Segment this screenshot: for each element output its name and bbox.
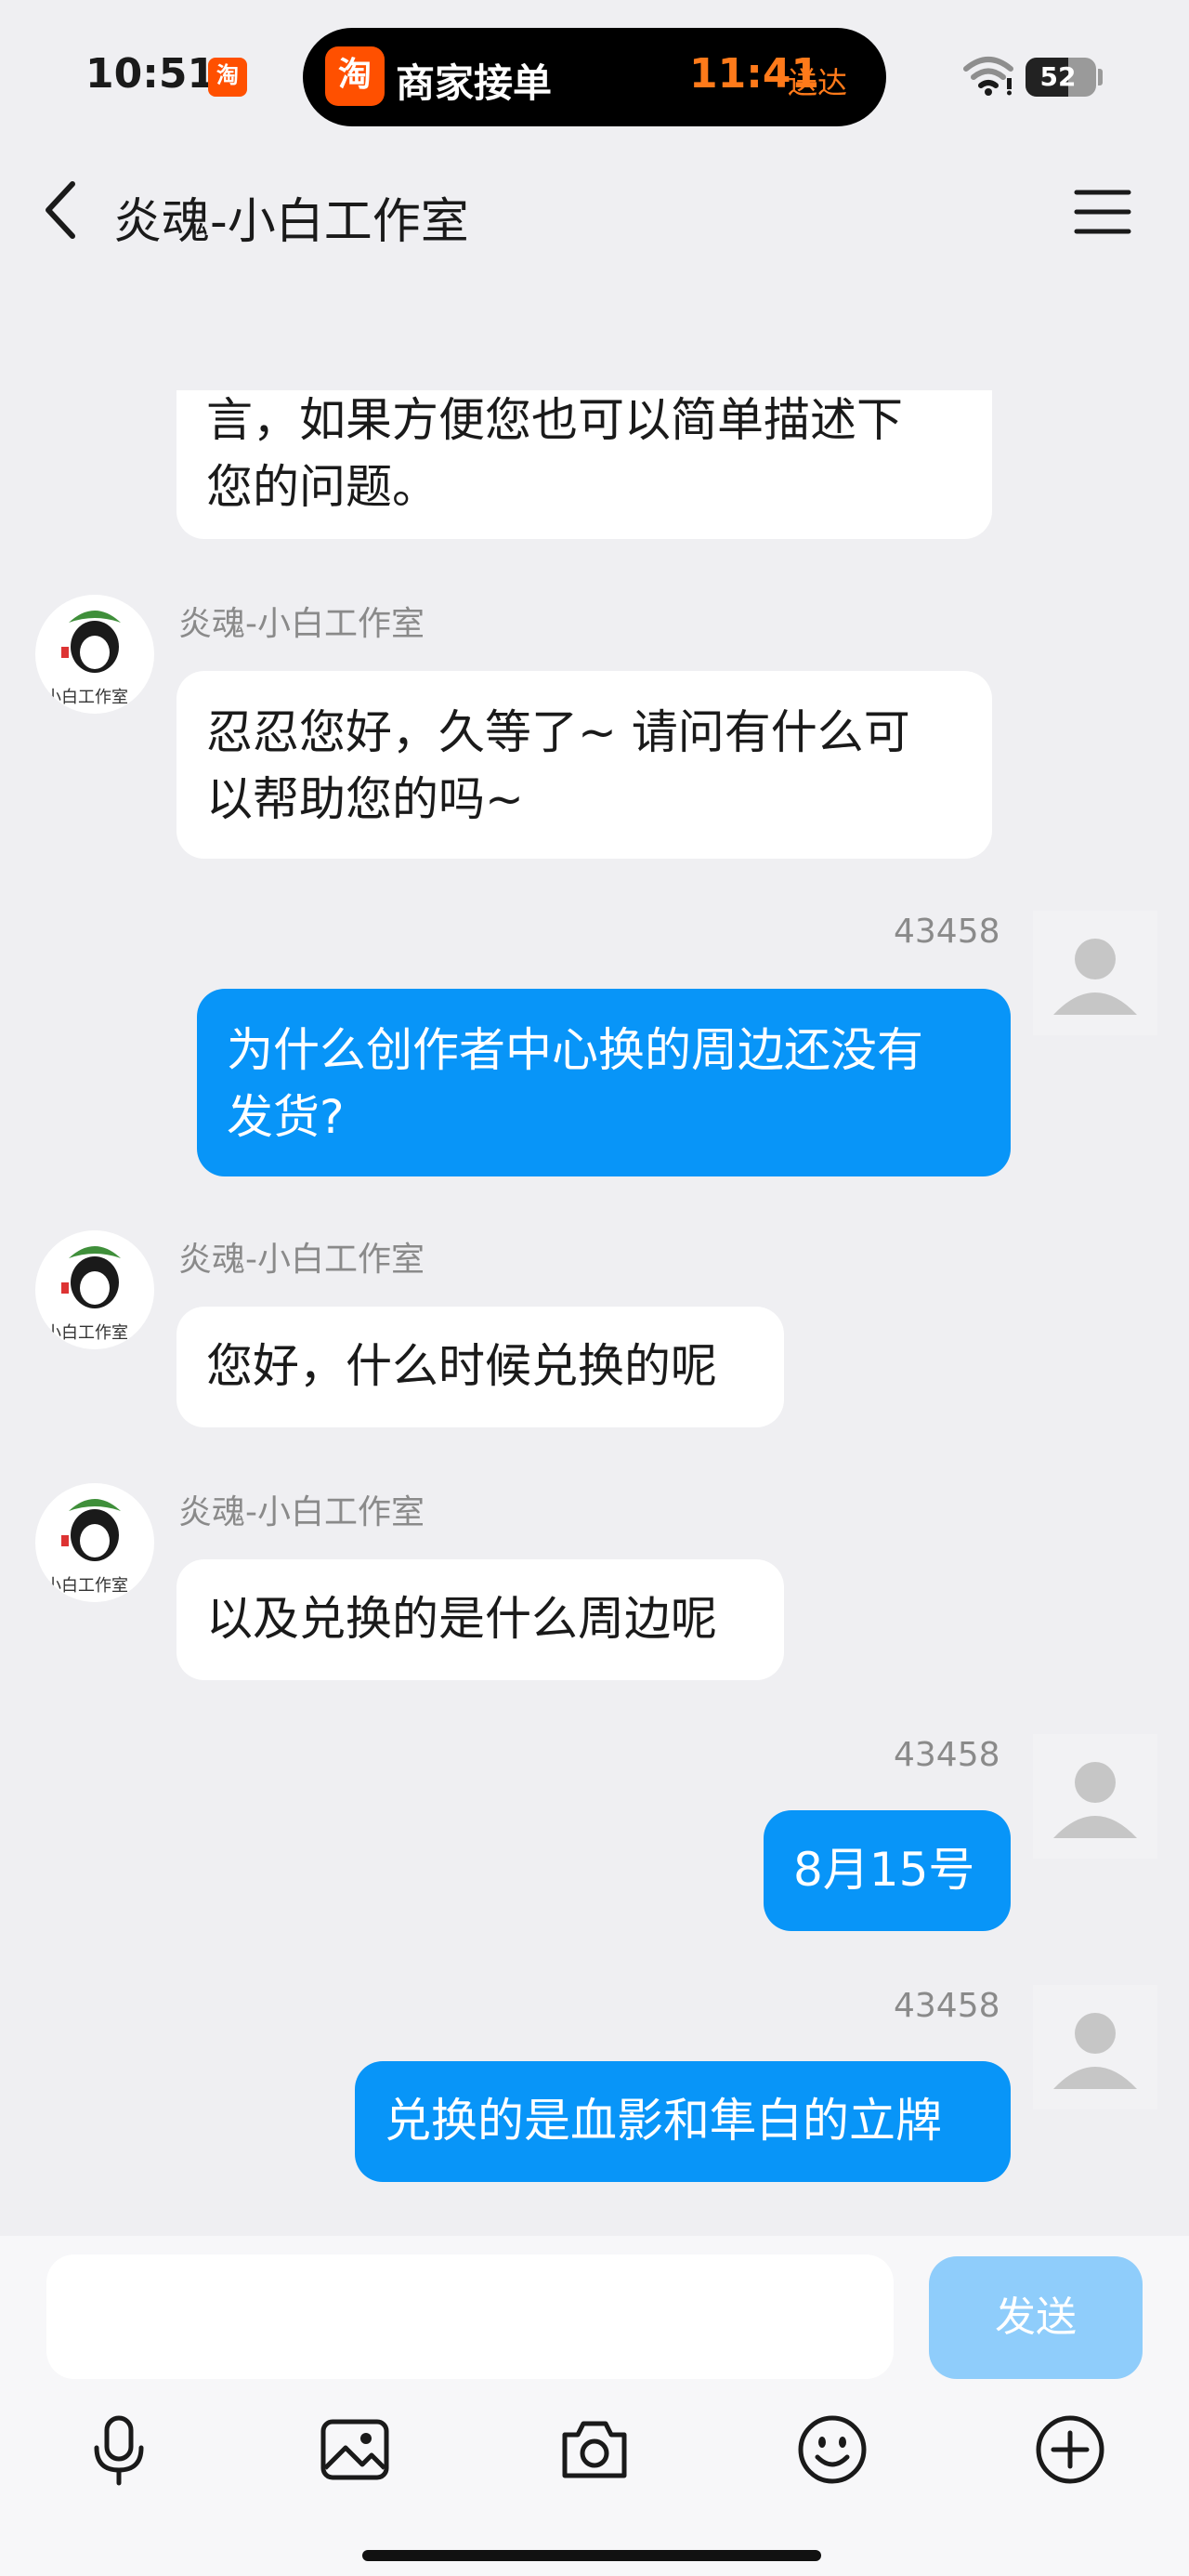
sender-name: 炎魂-小白工作室 [178, 1493, 425, 1531]
battery-tip [1098, 69, 1103, 85]
dynamic-island-live-activity[interactable]: 淘 商家接单 11:41 送达 [303, 28, 886, 126]
message-bubble-outgoing[interactable]: 兑换的是血影和隼白的立牌 [355, 2061, 1011, 2182]
home-indicator[interactable] [362, 2550, 821, 2561]
message-text-line: 以及兑换的是什么周边呢 [206, 1592, 717, 1646]
shop-avatar-caption: 小白工作室 [45, 1323, 128, 1343]
taobao-app-icon: 淘 [325, 46, 385, 106]
status-time: 10:51 [85, 50, 216, 98]
message-text-line: 以帮助您的吗~ [206, 772, 524, 826]
shop-avatar[interactable]: 小白工作室 [35, 1483, 154, 1602]
sender-name: 43458 [894, 1987, 1000, 2025]
sender-name: 炎魂-小白工作室 [178, 1241, 425, 1279]
wifi-icon [963, 57, 1013, 96]
message-bubble-incoming[interactable]: 忍忍您好，久等了~ 请问有什么可 以帮助您的吗~ [176, 671, 992, 859]
live-activity-title: 商家接单 [396, 60, 553, 106]
live-activity-suffix: 送达 [788, 65, 848, 100]
sender-name: 炎魂-小白工作室 [178, 605, 425, 643]
user-avatar[interactable] [1033, 1734, 1157, 1859]
message-bubble-incoming[interactable]: 以及兑换的是什么周边呢 [176, 1559, 784, 1680]
user-avatar[interactable] [1033, 911, 1157, 1035]
shop-avatar-caption: 小白工作室 [45, 688, 128, 707]
send-button[interactable]: 发送 [929, 2256, 1143, 2379]
camera-icon[interactable] [557, 2412, 632, 2487]
taobao-app-icon: 淘 [208, 58, 247, 97]
message-text-line: 为什么创作者中心换的周边还没有 [227, 1023, 923, 1077]
message-text-line: 发货? [227, 1090, 345, 1144]
message-text-line: 兑换的是血影和隼白的立牌 [385, 2094, 942, 2148]
message-text-line: 您的问题。 [206, 460, 438, 514]
plus-icon[interactable] [1033, 2412, 1107, 2487]
battery-icon: 52 [1026, 58, 1096, 97]
message-bubble-incoming[interactable]: 您好，什么时候兑换的呢 [176, 1307, 784, 1427]
shop-avatar[interactable]: 小白工作室 [35, 595, 154, 714]
user-avatar[interactable] [1033, 1985, 1157, 2109]
battery-level: 52 [1039, 61, 1077, 92]
message-bubble-outgoing[interactable]: 为什么创作者中心换的周边还没有 发货? [197, 989, 1011, 1176]
sender-name: 43458 [894, 1736, 1000, 1774]
message-text-line: 言，如果方便您也可以简单描述下 [206, 393, 903, 447]
message-text-line: 您好，什么时候兑换的呢 [206, 1339, 717, 1393]
status-bar: 10:51 淘 淘 商家接单 11:41 送达 52 [0, 0, 1189, 139]
message-input[interactable] [46, 2254, 894, 2379]
sender-name: 43458 [894, 913, 1000, 951]
message-text-line: 8月15号 [793, 1843, 975, 1897]
message-bubble-incoming[interactable]: 言，如果方便您也可以简单描述下 您的问题。 [176, 390, 992, 539]
chat-message-list[interactable]: 言，如果方便您也可以简单描述下 您的问题。 小白工作室 炎魂-小白工作室 忍忍您… [0, 390, 1189, 2238]
menu-icon[interactable] [1074, 188, 1131, 236]
page-title: 炎魂-小白工作室 [113, 194, 469, 250]
emoji-icon[interactable] [795, 2412, 869, 2487]
microphone-icon[interactable] [82, 2412, 156, 2487]
back-icon[interactable] [37, 177, 85, 243]
message-bubble-outgoing[interactable]: 8月15号 [764, 1810, 1011, 1931]
image-icon[interactable] [318, 2412, 392, 2487]
input-area: 发送 [0, 2236, 1189, 2576]
message-text-line: 忍忍您好，久等了~ 请问有什么可 [206, 705, 910, 759]
shop-avatar-caption: 小白工作室 [45, 1576, 128, 1596]
shop-avatar[interactable]: 小白工作室 [35, 1230, 154, 1349]
